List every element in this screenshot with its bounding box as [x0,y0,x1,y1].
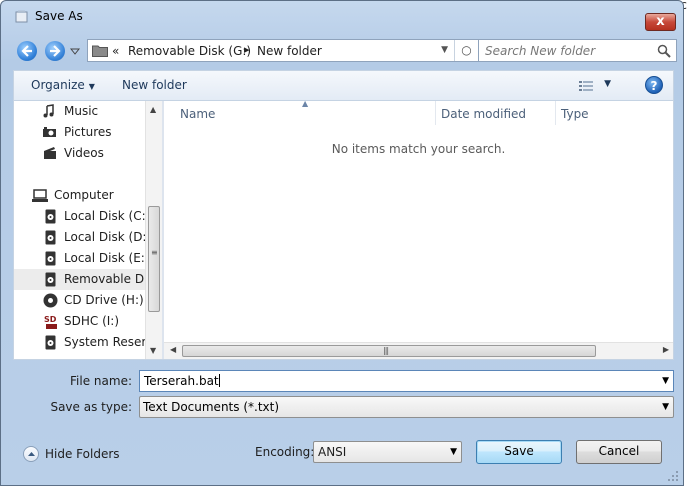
sidebar-item-cd-drive-h[interactable]: CD Drive (H:) [14,290,160,311]
column-header-name[interactable]: Name [180,107,215,121]
sidebar-item-local-disk-e[interactable]: Local Disk (E:) [14,248,160,269]
empty-folder-message: No items match your search. [331,142,506,156]
breadcrumb-overflow[interactable]: « [112,44,119,58]
sidebar-item-removable-disk-g[interactable]: Removable Disk (G:) [14,269,160,290]
file-name-value: Terserah.bat [144,374,219,388]
file-list[interactable]: ▲ Name Date modified Type No items match… [164,99,673,359]
pictures-icon [42,125,58,140]
sidebar-item-label: Computer [54,188,114,202]
sd-card-icon: SD [43,314,59,329]
navigation-pane-scrollbar[interactable]: ▲ ≡ ▼ [145,101,162,359]
breadcrumb-separator[interactable]: ▸ [244,43,250,56]
sidebar-item-label: Pictures [64,125,112,139]
sidebar-item-label: SDHC (I:) [64,314,120,328]
navigation-bar: « Removable Disk (G:) ▸ New folder ▼ ○ S… [9,39,677,63]
column-header-date-modified[interactable]: Date modified [441,107,526,121]
column-header-type[interactable]: Type [561,107,589,121]
sort-indicator-icon: ▲ [302,99,309,108]
breadcrumb-removable-disk[interactable]: Removable Disk (G:) [128,44,251,58]
column-divider[interactable] [555,101,556,125]
sidebar-item-label: CD Drive (H:) [64,293,144,307]
encoding-label: Encoding: [255,445,315,459]
text-cursor [218,374,220,387]
view-options-dropdown-icon[interactable]: ▼ [604,79,611,89]
sidebar-item-pictures[interactable]: Pictures [14,122,160,143]
sidebar-item-videos[interactable]: Videos [14,143,160,164]
drive-icon [45,209,61,224]
sidebar-item-local-disk-d[interactable]: Local Disk (D:) [14,227,160,248]
sidebar-item-local-disk-c[interactable]: Local Disk (C:) [14,206,160,227]
sidebar-item-label: Local Disk (D:) [64,230,152,244]
search-icon[interactable] [657,44,671,58]
encoding-select[interactable]: ANSI ▼ [313,441,462,463]
sidebar-item-label: Local Disk (C:) [64,209,151,223]
save-type-value: Text Documents (*.txt) [143,400,280,414]
sidebar-item-label: Local Disk (E:) [64,251,150,265]
resize-grip-icon[interactable] [667,470,679,482]
new-folder-button[interactable]: New folder [122,78,187,92]
organize-label: Organize [31,78,85,92]
notepad-icon [15,10,28,23]
save-type-label: Save as type: [50,400,132,414]
music-icon [42,104,58,119]
close-button[interactable]: x [645,13,676,31]
title-bar[interactable]: Save As x [1,1,683,31]
scroll-right-icon[interactable]: ▶ [663,345,669,354]
recent-locations-icon[interactable] [69,45,81,57]
back-button[interactable] [17,41,37,61]
change-view-icon[interactable] [579,80,593,92]
drive-icon [45,251,61,266]
horizontal-scroll-thumb[interactable]: ||| [182,345,596,357]
search-box[interactable]: Search New folder [478,39,677,62]
sidebar-item-sdhc-i[interactable]: SD SDHC (I:) [14,311,160,332]
svg-text:SD: SD [44,315,57,324]
browser-area: Music Pictures Videos Computer Local Dis… [13,99,674,360]
save-type-dropdown-icon[interactable]: ▼ [662,402,669,412]
sidebar-item-system-reserved[interactable]: System Reserved [14,332,160,353]
file-name-field[interactable]: Terserah.bat ▼ [139,370,674,392]
save-as-dialog: Save As x « Removable Disk (G:) ▸ New fo… [0,0,684,486]
sidebar-item-music[interactable]: Music [14,101,160,122]
cd-icon [43,293,59,308]
videos-icon [42,146,58,161]
window-title: Save As [35,9,83,23]
hide-folders-label: Hide Folders [45,447,120,461]
breadcrumb-new-folder[interactable]: New folder [257,44,322,58]
cancel-button[interactable]: Cancel [576,440,662,464]
file-name-dropdown-icon[interactable]: ▼ [662,376,669,386]
column-divider[interactable] [435,101,436,125]
forward-button[interactable] [45,41,65,61]
file-name-label: File name: [70,374,132,388]
address-bar[interactable]: « Removable Disk (G:) ▸ New folder ▼ ○ [87,39,479,62]
scroll-left-icon[interactable]: ◀ [170,345,176,354]
command-bar: Organize ▼ New folder ▼ ? [13,70,674,100]
save-button[interactable]: Save [476,440,562,464]
drive-icon [45,335,61,350]
folder-icon [92,45,108,57]
sidebar-item-computer[interactable]: Computer [14,185,160,206]
forward-arrow-icon [50,45,61,57]
scroll-down-icon[interactable]: ▼ [150,346,156,355]
save-type-select[interactable]: Text Documents (*.txt) ▼ [139,396,674,418]
chevron-up-icon [23,446,39,462]
address-dropdown-icon[interactable]: ▼ [441,45,448,55]
scroll-up-icon[interactable]: ▲ [150,105,156,114]
help-icon[interactable]: ? [645,76,663,94]
sidebar-item-label: Videos [64,146,104,160]
file-list-scrollbar[interactable]: ◀ ||| ▶ [164,342,673,359]
drive-icon [45,272,61,287]
drive-icon [45,230,61,245]
navigation-pane[interactable]: Music Pictures Videos Computer Local Dis… [14,101,160,359]
encoding-value: ANSI [318,445,347,459]
refresh-icon[interactable]: ○ [454,40,478,61]
sidebar-item-label: Music [64,104,99,118]
vertical-scroll-thumb[interactable]: ≡ [148,206,160,312]
encoding-dropdown-icon[interactable]: ▼ [450,447,457,457]
computer-icon [32,188,48,203]
search-placeholder: Search New folder [485,44,596,58]
back-arrow-icon [21,45,32,57]
organize-button[interactable]: Organize ▼ [31,78,95,92]
